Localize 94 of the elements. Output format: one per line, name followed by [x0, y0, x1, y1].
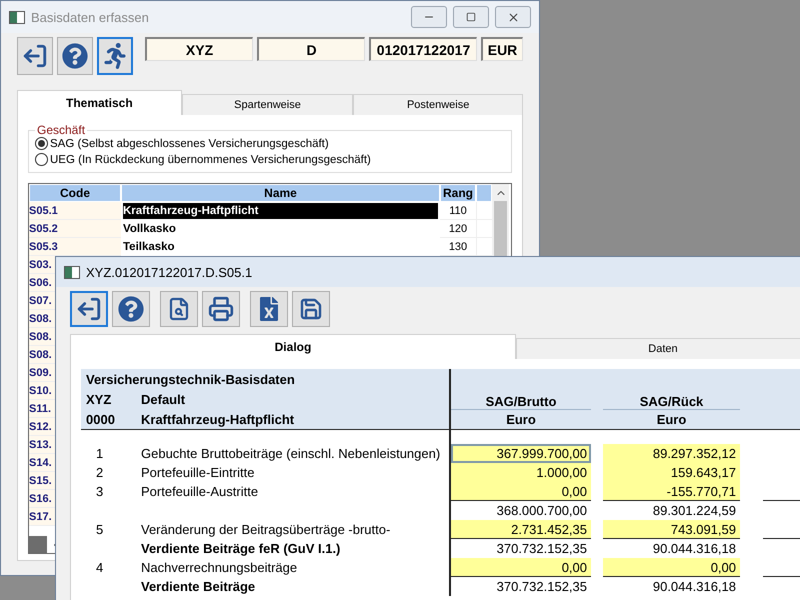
help-icon — [62, 43, 88, 69]
readonly-field: D — [257, 37, 366, 61]
app-icon — [64, 266, 80, 278]
info-text: Default — [141, 392, 186, 406]
radio-button[interactable] — [35, 153, 48, 166]
input-cell[interactable]: 0,00 — [451, 482, 591, 501]
code-text[interactable]: S06. — [29, 276, 52, 288]
input-cell[interactable]: 1.000,00 — [451, 463, 591, 482]
help-icon — [118, 296, 144, 322]
maximize-button[interactable] — [453, 6, 489, 28]
input-cell[interactable]: 367.999.700,00 — [451, 444, 591, 463]
table-cell: 120 — [440, 220, 476, 238]
input-cell[interactable]: 743.091,59 — [603, 520, 740, 539]
running-person-icon — [102, 43, 128, 69]
input-cell[interactable]: 0,00 — [603, 558, 740, 577]
column-header[interactable]: Code — [30, 185, 120, 201]
help-button[interactable] — [56, 37, 93, 75]
code-text[interactable]: S08. — [29, 330, 52, 342]
printer-icon — [208, 296, 234, 322]
row-label: Verdiente Beiträge — [141, 579, 256, 594]
code-text[interactable]: S14. — [29, 456, 52, 468]
code-text[interactable]: S10. — [29, 384, 52, 396]
readonly-field: XYZ — [145, 37, 254, 61]
help-button[interactable] — [112, 291, 150, 327]
exit-icon — [22, 43, 48, 69]
exit-button[interactable] — [17, 37, 53, 75]
preview-button[interactable] — [160, 291, 198, 327]
row-label: Verdiente Beiträge feR (GuV I.1.) — [141, 541, 342, 556]
input-cell[interactable]: -155.770,71 — [603, 482, 740, 501]
exit-icon — [76, 296, 102, 322]
column-header[interactable]: Rang — [441, 185, 475, 201]
row-label: Gebuchte Bruttobeiträge (einschl. Nebenleistungen) — [141, 446, 442, 461]
column-title: SAG/Brutto — [486, 394, 556, 408]
input-cell[interactable]: 89.297.352,12 — [603, 444, 740, 463]
code-text[interactable]: S07. — [29, 294, 52, 306]
app-icon — [9, 10, 25, 24]
code-text[interactable]: S15. — [29, 474, 52, 486]
row-number: 1 — [95, 446, 104, 461]
run-button[interactable] — [96, 37, 134, 75]
maximize-icon — [466, 12, 476, 22]
sheet-title: Versicherungstechnik-Basisdaten — [86, 372, 296, 386]
print-button[interactable] — [202, 291, 240, 327]
save-button[interactable] — [292, 291, 330, 327]
spreadsheet-icon — [257, 297, 281, 321]
radio-label[interactable]: SAG (Selbst abgeschlossenes Versicherungsgeschäft) — [50, 138, 329, 150]
row-label: Veränderung der Beitragsüberträge -brutto- — [141, 522, 392, 537]
table-cell: 110 — [440, 202, 476, 220]
column-title: SAG/Rück — [640, 394, 704, 408]
row-label: Nachverrechnungsbeiträge — [141, 560, 298, 575]
window-title: Basisdaten erfassen — [31, 10, 150, 24]
excel-button[interactable] — [250, 291, 288, 327]
tab[interactable]: Dialog — [70, 334, 516, 359]
code-text[interactable]: S08. — [29, 312, 52, 324]
info-code: XYZ — [86, 392, 112, 406]
table-cell[interactable]: Kraftfahrzeug-Haftpflicht — [123, 203, 438, 219]
info-text: Kraftfahrzeug-Haftpflicht — [141, 412, 296, 426]
column-unit: Euro — [656, 412, 686, 427]
row-number: 2 — [95, 465, 104, 480]
code-text[interactable]: S03. — [29, 258, 52, 270]
input-cell[interactable]: 159.643,17 — [603, 463, 740, 482]
tab[interactable]: Postenweise — [353, 94, 523, 115]
column-header[interactable]: Name — [122, 185, 439, 201]
readonly-field: EUR — [481, 37, 524, 61]
tab[interactable]: Spartenweise — [182, 94, 354, 115]
row-number: 3 — [95, 484, 104, 499]
code-text[interactable]: S16. — [29, 492, 52, 504]
radio-label[interactable]: UEG (In Rückdeckung übernommenes Versicherungsgeschäft) — [50, 154, 371, 166]
column-header — [477, 185, 491, 201]
radio-button[interactable] — [35, 137, 48, 150]
group-title: Geschäft — [36, 123, 86, 137]
readonly-field: 012017122017 — [369, 37, 478, 61]
code-text[interactable]: S13. — [29, 438, 52, 450]
document-search-icon — [167, 297, 191, 321]
row-number: 5 — [95, 522, 104, 537]
window-title: XYZ.012017122017.D.S05.1 — [86, 264, 254, 280]
column-unit: Euro — [506, 412, 536, 427]
row-number: 4 — [95, 560, 104, 575]
input-cell[interactable]: 2.731.452,35 — [451, 520, 591, 539]
info-code: 0000 — [86, 412, 116, 426]
exit-button[interactable] — [70, 291, 108, 327]
row-label: Portefeuille-Eintritte — [141, 465, 256, 480]
tab[interactable]: Daten — [516, 338, 800, 359]
row-label: Portefeuille-Austritte — [141, 484, 260, 499]
input-cell[interactable]: 0,00 — [451, 558, 591, 577]
code-text[interactable]: S09. — [29, 366, 52, 378]
code-text[interactable]: S11. — [29, 402, 52, 414]
scroll-thumb[interactable] — [29, 536, 47, 553]
code-text[interactable]: S08. — [29, 348, 52, 360]
code-text[interactable]: S17. — [29, 510, 52, 522]
code-text[interactable]: S12. — [29, 420, 52, 432]
close-button[interactable] — [495, 6, 531, 28]
tab[interactable]: Thematisch — [17, 90, 182, 115]
close-icon — [506, 10, 520, 24]
save-icon — [299, 297, 323, 321]
